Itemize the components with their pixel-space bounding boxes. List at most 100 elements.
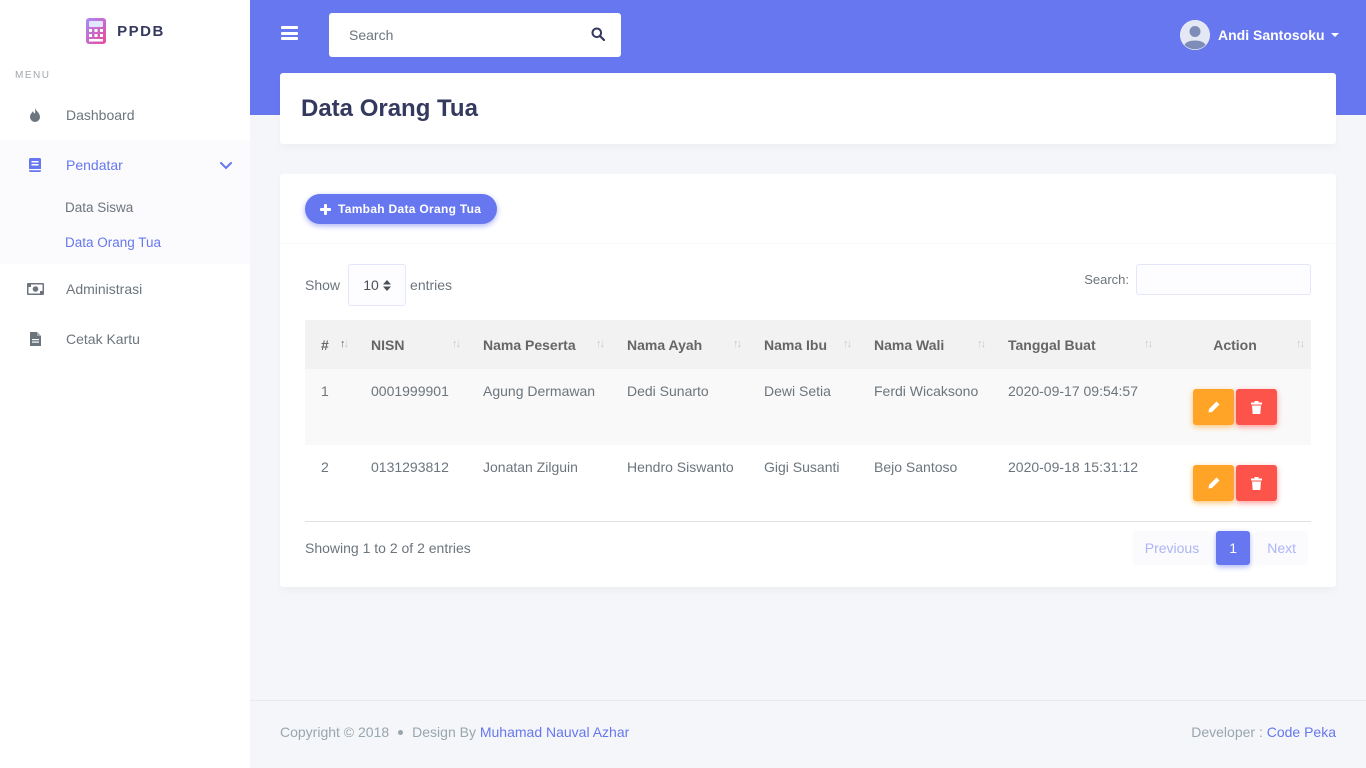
sidebar-item-pendatar[interactable]: Pendatar	[0, 140, 250, 190]
cell-nama-ibu: Dewi Setia	[764, 383, 831, 399]
cell-nama-ayah: Hendro Siswanto	[627, 459, 734, 475]
chevron-down-icon	[220, 157, 232, 173]
bullet-separator	[398, 729, 404, 735]
brand[interactable]: PPDB	[0, 0, 250, 62]
developer-label: Developer :	[1191, 724, 1263, 740]
edit-button[interactable]	[1193, 465, 1234, 501]
search-icon[interactable]	[591, 27, 607, 43]
file-icon	[25, 329, 45, 349]
column-header-number[interactable]: # ↑↓	[305, 320, 355, 369]
sort-icon: ↑↓	[1144, 338, 1153, 350]
section-header: Data Orang Tua	[280, 73, 1336, 144]
column-header-nama-wali[interactable]: Nama Wali ↑↓	[858, 320, 992, 369]
delete-button[interactable]	[1236, 465, 1277, 501]
sidebar-item-label: Pendatar	[66, 157, 123, 173]
cell-nisn: 0001999901	[371, 383, 449, 399]
sidebar-item-data-siswa[interactable]: Data Siswa	[0, 190, 250, 225]
entries-label: entries	[410, 277, 453, 293]
navbar-search	[329, 13, 621, 57]
footer-left: Copyright © 2018 Design By Muhamad Nauva…	[280, 724, 629, 740]
developer-link[interactable]: Code Peka	[1267, 724, 1336, 740]
sidebar-item-label: Dashboard	[66, 107, 135, 123]
column-header-action[interactable]: Action ↑↓	[1159, 320, 1311, 369]
page-title: Data Orang Tua	[301, 95, 478, 122]
calculator-logo-icon	[85, 17, 107, 45]
show-label: Show	[305, 277, 341, 293]
sort-icon: ↑↓	[452, 338, 461, 350]
filter-label: Search:	[1084, 272, 1129, 287]
cell-tanggal-buat: 2020-09-18 15:31:12	[1008, 459, 1138, 475]
cell-tanggal-buat: 2020-09-17 09:54:57	[1008, 383, 1138, 399]
user-name: Andi Santosoku	[1218, 27, 1325, 43]
cell-nama-wali: Ferdi Wicaksono	[874, 383, 979, 399]
search-input[interactable]	[329, 13, 569, 57]
pagination-previous[interactable]: Previous	[1132, 531, 1212, 565]
column-header-nama-ibu[interactable]: Nama Ibu ↑↓	[748, 320, 858, 369]
parents-table: # ↑↓ NISN ↑↓ Nama Peserta ↑↓ Nama Ayah ↑↓ Na…	[305, 320, 1311, 522]
pagination-page-1[interactable]: 1	[1216, 531, 1251, 565]
sidebar: PPDB MENU Dashboard Pendatar Data Siswa …	[0, 0, 250, 768]
column-header-nama-ayah[interactable]: Nama Ayah ↑↓	[611, 320, 748, 369]
sidebar-item-administrasi[interactable]: Administrasi	[0, 264, 250, 314]
fire-icon	[25, 105, 45, 125]
pendatar-submenu: Data Siswa Data Orang Tua	[0, 190, 250, 264]
sort-icon: ↑↓	[843, 338, 852, 350]
edit-button[interactable]	[1193, 389, 1234, 425]
cell-nama-peserta: Agung Dermawan	[483, 383, 596, 399]
cell-number: 2	[321, 459, 329, 475]
footer: Copyright © 2018 Design By Muhamad Nauva…	[250, 700, 1366, 768]
data-card: Tambah Data Orang Tua Show 10 entries Se…	[280, 174, 1336, 587]
hamburger-menu-icon[interactable]	[281, 26, 298, 40]
trash-icon	[1251, 400, 1262, 414]
sidebar-item-cetak-kartu[interactable]: Cetak Kartu	[0, 314, 250, 364]
table-info: Showing 1 to 2 of 2 entries	[305, 540, 471, 556]
entries-length-control: Show 10 entries	[305, 264, 452, 306]
menu-header: MENU	[15, 70, 51, 81]
footer-right: Developer : Code Peka	[1191, 724, 1336, 740]
pencil-icon	[1208, 401, 1219, 413]
cell-action	[1159, 445, 1311, 521]
sort-caret-icon	[382, 279, 391, 291]
sidebar-item-dashboard[interactable]: Dashboard	[0, 90, 250, 140]
cell-nama-peserta: Jonatan Zilguin	[483, 459, 578, 475]
sort-icon: ↑↓	[977, 338, 986, 350]
design-by-text: Design By	[412, 724, 476, 740]
table-row: 2 0131293812 Jonatan Zilguin Hendro Sisw…	[305, 445, 1311, 521]
add-parent-data-button[interactable]: Tambah Data Orang Tua	[305, 194, 498, 224]
cell-nama-wali: Bejo Santoso	[874, 459, 958, 475]
sort-icon: ↑↓	[1296, 338, 1305, 350]
table-filter: Search:	[1084, 264, 1311, 295]
money-icon	[25, 279, 45, 299]
book-icon	[25, 155, 45, 175]
trash-icon	[1251, 476, 1262, 490]
sort-asc-icon: ↑↓	[340, 338, 349, 350]
sidebar-item-label: Administrasi	[66, 281, 143, 297]
pagination-next[interactable]: Next	[1255, 531, 1308, 565]
cell-action	[1159, 369, 1311, 445]
sidebar-item-label: Cetak Kartu	[66, 331, 140, 347]
user-dropdown[interactable]: Andi Santosoku	[1180, 20, 1339, 50]
pagination: Previous 1 Next	[1132, 531, 1308, 565]
sort-icon: ↑↓	[733, 338, 742, 350]
table-search-input[interactable]	[1136, 264, 1311, 295]
avatar	[1180, 20, 1210, 50]
plus-icon	[320, 203, 331, 215]
table-header-row: # ↑↓ NISN ↑↓ Nama Peserta ↑↓ Nama Ayah ↑↓ Na…	[305, 320, 1311, 369]
delete-button[interactable]	[1236, 389, 1277, 425]
caret-down-icon	[1330, 33, 1339, 37]
card-header: Tambah Data Orang Tua	[280, 174, 1336, 244]
column-header-tanggal-buat[interactable]: Tanggal Buat ↑↓	[992, 320, 1159, 369]
entries-select[interactable]: 10	[348, 264, 407, 306]
column-header-nisn[interactable]: NISN ↑↓	[355, 320, 467, 369]
table-row: 1 0001999901 Agung Dermawan Dedi Sunarto…	[305, 369, 1311, 445]
cell-nama-ayah: Dedi Sunarto	[627, 383, 709, 399]
cell-nisn: 0131293812	[371, 459, 449, 475]
cell-number: 1	[321, 383, 329, 399]
column-header-nama-peserta[interactable]: Nama Peserta ↑↓	[467, 320, 611, 369]
sidebar-item-data-orang-tua[interactable]: Data Orang Tua	[0, 225, 250, 260]
copyright-text: Copyright © 2018	[280, 724, 390, 740]
designer-link[interactable]: Muhamad Nauval Azhar	[480, 724, 629, 740]
pencil-icon	[1208, 477, 1219, 489]
brand-name: PPDB	[117, 22, 165, 40]
sort-icon: ↑↓	[596, 338, 605, 350]
